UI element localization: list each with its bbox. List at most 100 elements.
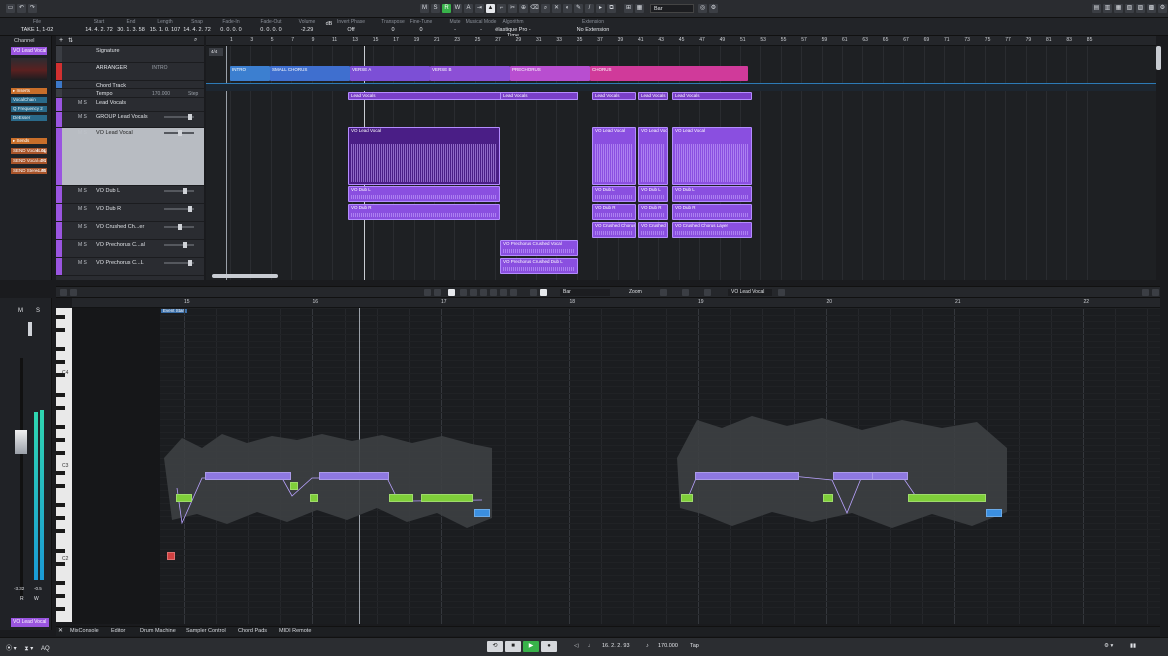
audio-event[interactable]: VO Dub R — [672, 204, 752, 220]
editor-scissors-icon[interactable] — [490, 289, 497, 296]
info-field[interactable]: Invert Phase Off — [332, 19, 370, 33]
info-field[interactable]: Fade-Out 0. 0. 0. 0 — [252, 19, 290, 33]
quantize-icon[interactable]: ◎ — [698, 4, 707, 13]
track-volume-knob[interactable] — [183, 242, 187, 248]
piano-black-key[interactable] — [56, 548, 65, 553]
editor-volume-icon[interactable] — [778, 289, 785, 296]
editor-glue-icon[interactable] — [500, 289, 507, 296]
track-volume-knob[interactable] — [183, 188, 187, 194]
arranger-section[interactable]: PRECHORUS — [510, 66, 590, 81]
media-bay-icon[interactable]: ▩ — [1147, 4, 1156, 13]
editor-range-icon[interactable] — [460, 289, 467, 296]
track-volume-fader[interactable] — [164, 260, 194, 266]
time-warp-icon[interactable]: ◐ — [563, 4, 572, 13]
piano-black-key[interactable] — [56, 360, 65, 364]
mute-solo-buttons[interactable]: M S — [78, 188, 87, 194]
pan-knob[interactable] — [28, 322, 32, 336]
pitch-segment[interactable] — [389, 494, 413, 502]
insert-slot-2[interactable]: Q Frequency 2 — [11, 106, 47, 112]
audio-event[interactable]: VO Dub L — [592, 186, 636, 202]
track-volume-knob[interactable] — [188, 260, 192, 266]
arranger-section[interactable]: VERSE A — [350, 66, 430, 81]
audio-event[interactable]: VO Lead Vocal — [348, 127, 500, 185]
pitch-segment[interactable] — [823, 494, 833, 502]
info-field[interactable]: Fade-In 0. 0. 0. 0 — [212, 19, 250, 33]
track-header[interactable]: M S VO Prechorus C...al — [56, 240, 204, 258]
strip-solo-button[interactable]: S — [36, 308, 40, 314]
pitch-segment[interactable] — [474, 509, 490, 517]
track-volume-knob[interactable] — [178, 224, 182, 230]
pitch-segment[interactable] — [908, 494, 986, 502]
send-slot[interactable]: SEND Vocal...Rt -4.4 — [11, 158, 47, 164]
audio-event[interactable]: VO Lead Vocal — [592, 127, 636, 185]
pitch-segment[interactable] — [986, 509, 1002, 517]
editor-speaker-icon[interactable] — [510, 289, 517, 296]
editor-grid-select[interactable]: Bar — [560, 289, 610, 296]
track-volume-fader[interactable] — [164, 206, 194, 212]
pitch-segment[interactable] — [310, 494, 318, 502]
editor-settings-icon[interactable] — [70, 289, 77, 296]
editor-close-icon[interactable] — [1152, 289, 1159, 296]
mute-solo-buttons[interactable]: M S — [78, 130, 87, 136]
editor-pitch-tools-icon[interactable] — [704, 289, 711, 296]
audio-event[interactable]: VO Prechorus Crushed Dub L — [500, 258, 578, 274]
mute-solo-buttons[interactable]: M S — [78, 242, 87, 248]
piano-black-key[interactable] — [56, 405, 65, 410]
line-icon[interactable]: / — [585, 4, 594, 13]
info-field-value[interactable]: 0. 0. 0. 0 — [212, 27, 250, 33]
lower-zone-tab[interactable]: MixConsole — [70, 628, 99, 634]
editor-snap-icon[interactable] — [530, 289, 537, 296]
piano-black-key[interactable] — [56, 392, 65, 397]
audio-event[interactable]: Lead Vocals — [638, 92, 668, 100]
track-volume-fader[interactable] — [164, 188, 194, 194]
info-field[interactable]: End 30. 1. 3. 58 — [112, 19, 150, 33]
track-header[interactable]: Chord Track — [56, 81, 204, 89]
piano-black-key[interactable] — [56, 451, 65, 455]
mute-solo-buttons[interactable]: M S — [78, 114, 87, 120]
lower-zone-tab[interactable]: Sampler Control — [186, 628, 226, 634]
audio-event[interactable]: Lead Vocals — [672, 92, 752, 100]
info-field-value[interactable]: TAKE 1, 1-02 — [18, 27, 56, 33]
object-select-icon[interactable]: ▲ — [486, 4, 495, 13]
mute-tool-icon[interactable]: ✕ — [552, 4, 561, 13]
grid-icon[interactable]: ▦ — [635, 4, 644, 13]
lower-zone-tab[interactable]: Editor — [111, 628, 125, 634]
transport-settings-icon[interactable]: ⚙ ▾ — [1104, 643, 1113, 649]
info-field-value[interactable]: No Extension — [574, 27, 612, 33]
aq-icon[interactable]: AQ — [41, 646, 50, 652]
track-header[interactable]: M S GROUP Lead Vocals — [56, 112, 204, 128]
sends-header[interactable]: ▸ Sends — [11, 138, 47, 144]
piano-black-key[interactable] — [56, 594, 65, 598]
redo-icon[interactable]: ↷ — [28, 4, 37, 13]
audio-event[interactable]: VO Prechorus Crushed Vocal — [500, 240, 578, 256]
pitch-segment[interactable] — [421, 494, 473, 502]
audio-event[interactable]: VO Dub R — [638, 204, 668, 220]
tempo-icon[interactable]: ♪ — [646, 643, 649, 649]
inserts-header[interactable]: ▸ Inserts — [11, 88, 47, 94]
read-button[interactable]: R — [442, 4, 451, 13]
audio-event[interactable]: VO Dub L — [638, 186, 668, 202]
window-layout-icon[interactable]: ▤ — [1092, 4, 1101, 13]
track-header[interactable]: Signature — [56, 46, 204, 63]
info-field-value[interactable]: 0. 0. 0. 0 — [252, 27, 290, 33]
editor-autoscroll-icon[interactable] — [60, 289, 67, 296]
write-button[interactable]: W — [453, 4, 462, 13]
arrange-vscroll[interactable] — [1156, 46, 1161, 70]
piano-black-key[interactable] — [56, 561, 65, 566]
pitch-segment[interactable] — [695, 472, 799, 480]
project-ruler[interactable]: 1 3 5 7 9 11 13 15 17 19 21 23 25 27 29 31 33 35 37 39 41 43 4… — [206, 36, 1156, 46]
track-header[interactable]: M S VO Lead Vocal — [56, 128, 204, 186]
close-lower-zone-icon[interactable]: ✕ — [58, 627, 63, 634]
piano-black-key[interactable] — [56, 503, 65, 507]
track-header[interactable]: M S Lead Vocals — [56, 98, 204, 112]
glue-icon[interactable]: ⊕ — [519, 4, 528, 13]
track-volume-fader[interactable] — [164, 224, 194, 230]
info-field[interactable]: Fine-Tune 0 — [402, 19, 440, 33]
editor-draw-icon[interactable] — [470, 289, 477, 296]
strip-track-name[interactable]: VO Lead Vocal — [11, 618, 49, 627]
quantize-settings-icon[interactable]: ⚙ — [709, 4, 718, 13]
settings-icon[interactable]: ⚙ — [1158, 4, 1167, 13]
info-field-value[interactable]: 0 — [402, 27, 440, 33]
track-header[interactable]: Tempo 170.000 Step — [56, 89, 204, 98]
audio-event[interactable]: VO Dub R — [348, 204, 500, 220]
